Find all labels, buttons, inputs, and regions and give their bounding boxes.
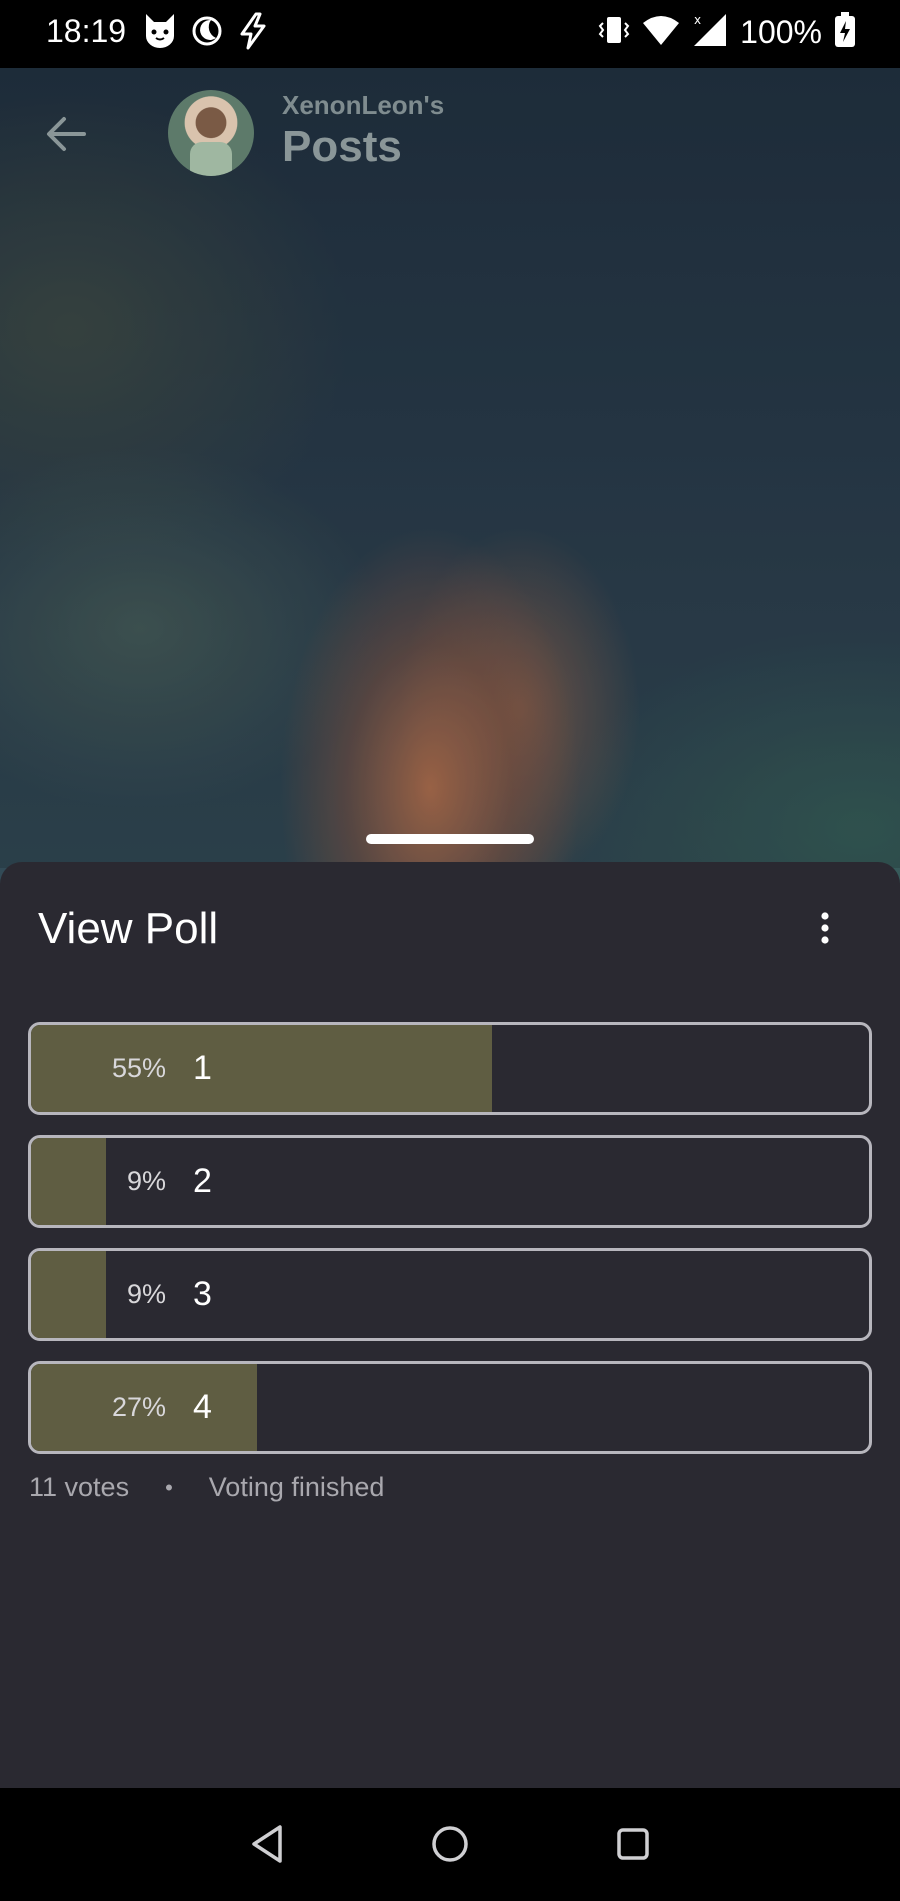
poll-option-percent: 55%: [111, 1053, 166, 1083]
more-vertical-icon: [821, 912, 829, 944]
poll-option-percent: 27%: [111, 1392, 166, 1422]
signal-icon: x: [692, 12, 728, 53]
cat-notification-icon: [142, 12, 178, 55]
nav-back-button[interactable]: [238, 1814, 298, 1874]
poll-option-label: 3: [193, 1275, 212, 1313]
moon-icon: [190, 12, 224, 55]
bolt-icon: [236, 12, 270, 55]
vibrate-icon: [598, 12, 630, 53]
battery-charging-icon: [834, 12, 856, 53]
vote-count: 11 votes: [29, 1472, 130, 1502]
more-options-button[interactable]: [805, 904, 845, 952]
separator-dot: •: [165, 1474, 173, 1500]
page-title: Posts: [282, 122, 402, 171]
header-username: XenonLeon's: [282, 90, 445, 120]
poll-option[interactable]: 27% 4: [28, 1361, 872, 1454]
poll-option[interactable]: 9% 2: [28, 1135, 872, 1228]
wifi-icon: [642, 13, 680, 52]
screen: 18:19 x 100% XenonLeon's Posts View Poll…: [0, 0, 900, 1901]
status-bar: 18:19 x 100%: [0, 0, 900, 68]
poll-status: Voting finished: [208, 1472, 385, 1502]
poll-footer: 11 votes • Voting finished: [29, 1472, 384, 1503]
poll-option-label: 4: [193, 1388, 212, 1426]
nav-home-icon: [432, 1826, 468, 1862]
system-icons: x 100%: [598, 12, 856, 53]
poll-option-label: 2: [193, 1162, 212, 1200]
poll-option[interactable]: 55% 1: [28, 1022, 872, 1115]
background-dim: [0, 68, 900, 868]
notification-icons: [142, 12, 270, 55]
nav-home-button[interactable]: [420, 1814, 480, 1874]
nav-recents-button[interactable]: [603, 1814, 663, 1874]
nav-back-icon: [252, 1825, 282, 1863]
poll-options: 55% 1 9% 2 9% 3 27% 4: [28, 1022, 872, 1474]
navigation-bar: [0, 1788, 900, 1901]
poll-sheet: View Poll 55% 1 9% 2 9% 3 27% 4 11 votes…: [0, 862, 900, 1788]
poll-option-percent: 9%: [126, 1279, 166, 1309]
avatar[interactable]: [168, 90, 254, 176]
avatar-figure: [190, 142, 232, 176]
sheet-title: View Poll: [38, 904, 219, 953]
status-time: 18:19: [46, 13, 127, 49]
sheet-drag-handle[interactable]: [366, 834, 534, 844]
battery-percent: 100%: [740, 14, 822, 50]
poll-option-percent: 9%: [126, 1166, 166, 1196]
svg-text:x: x: [694, 13, 701, 27]
back-button[interactable]: [40, 108, 92, 160]
poll-option[interactable]: 9% 3: [28, 1248, 872, 1341]
nav-recents-icon: [617, 1828, 649, 1860]
poll-option-label: 1: [193, 1049, 212, 1087]
arrow-left-icon: [47, 117, 86, 151]
